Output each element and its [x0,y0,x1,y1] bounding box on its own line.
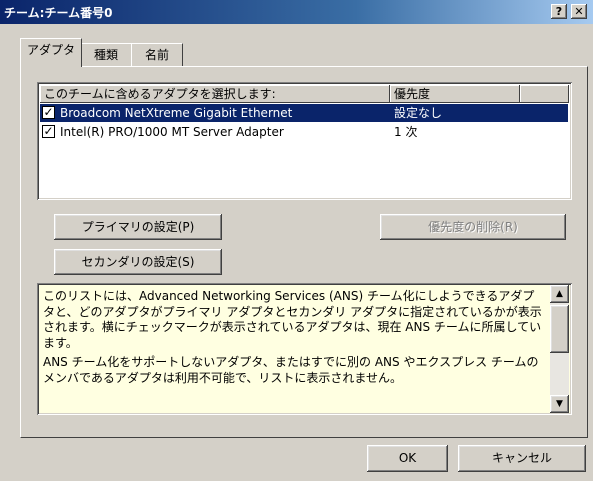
description-text: このリストには、Advanced Networking Services (AN… [43,289,543,390]
ok-button[interactable]: OK [367,445,448,472]
scroll-up-icon[interactable]: ▲ [550,285,569,303]
scroll-thumb[interactable] [550,305,569,353]
tab-adapter[interactable]: アダプタ [20,38,82,67]
help-icon[interactable]: ? [551,4,567,19]
description-box: このリストには、Advanced Networking Services (AN… [37,283,572,415]
adapter-row-intel[interactable]: ✓ Intel(R) PRO/1000 MT Server Adapter 1 … [40,123,568,141]
column-header-blank [520,85,569,103]
vertical-scrollbar[interactable]: ▲ ▼ [550,285,569,413]
window-title: チーム:チーム番号0 [4,6,113,20]
set-primary-button[interactable]: プライマリの設定(P) [54,214,222,240]
cancel-button[interactable]: キャンセル [458,445,586,472]
description-paragraph: ANS チーム化をサポートしないアダプタ、またはすでに別の ANS やエクスプレ… [43,355,539,385]
scroll-down-icon[interactable]: ▼ [550,395,569,413]
tab-name[interactable]: 名前 [131,43,183,66]
column-header-adapter[interactable]: このチームに含めるアダプタを選択します: [40,85,390,103]
adapter-name: Broadcom NetXtreme Gigabit Ethernet [60,106,293,120]
title-bar[interactable]: チーム:チーム番号0 ? ✕ [0,0,593,24]
adapter-list[interactable]: このチームに含めるアダプタを選択します: 優先度 ✓ Broadcom NetX… [37,82,572,200]
adapter-priority: 設定なし [394,106,443,120]
column-header-priority[interactable]: 優先度 [390,85,520,103]
close-icon[interactable]: ✕ [571,4,587,19]
remove-priority-button[interactable]: 優先度の削除(R) [380,214,566,240]
adapter-row-broadcom[interactable]: ✓ Broadcom NetXtreme Gigabit Ethernet 設定… [40,104,568,122]
team-properties-dialog: チーム:チーム番号0 ? ✕ アダプタ 種類 名前 このチームに含めるアダプタを… [0,0,593,481]
adapter-priority: 1 次 [394,125,418,139]
adapter-checkbox-broadcom[interactable]: ✓ [42,106,55,119]
description-paragraph: このリストには、Advanced Networking Services (AN… [43,289,542,350]
adapter-checkbox-intel[interactable]: ✓ [42,125,55,138]
tab-type[interactable]: 種類 [80,43,132,66]
adapter-name: Intel(R) PRO/1000 MT Server Adapter [60,125,284,139]
set-secondary-button[interactable]: セカンダリの設定(S) [54,249,222,275]
